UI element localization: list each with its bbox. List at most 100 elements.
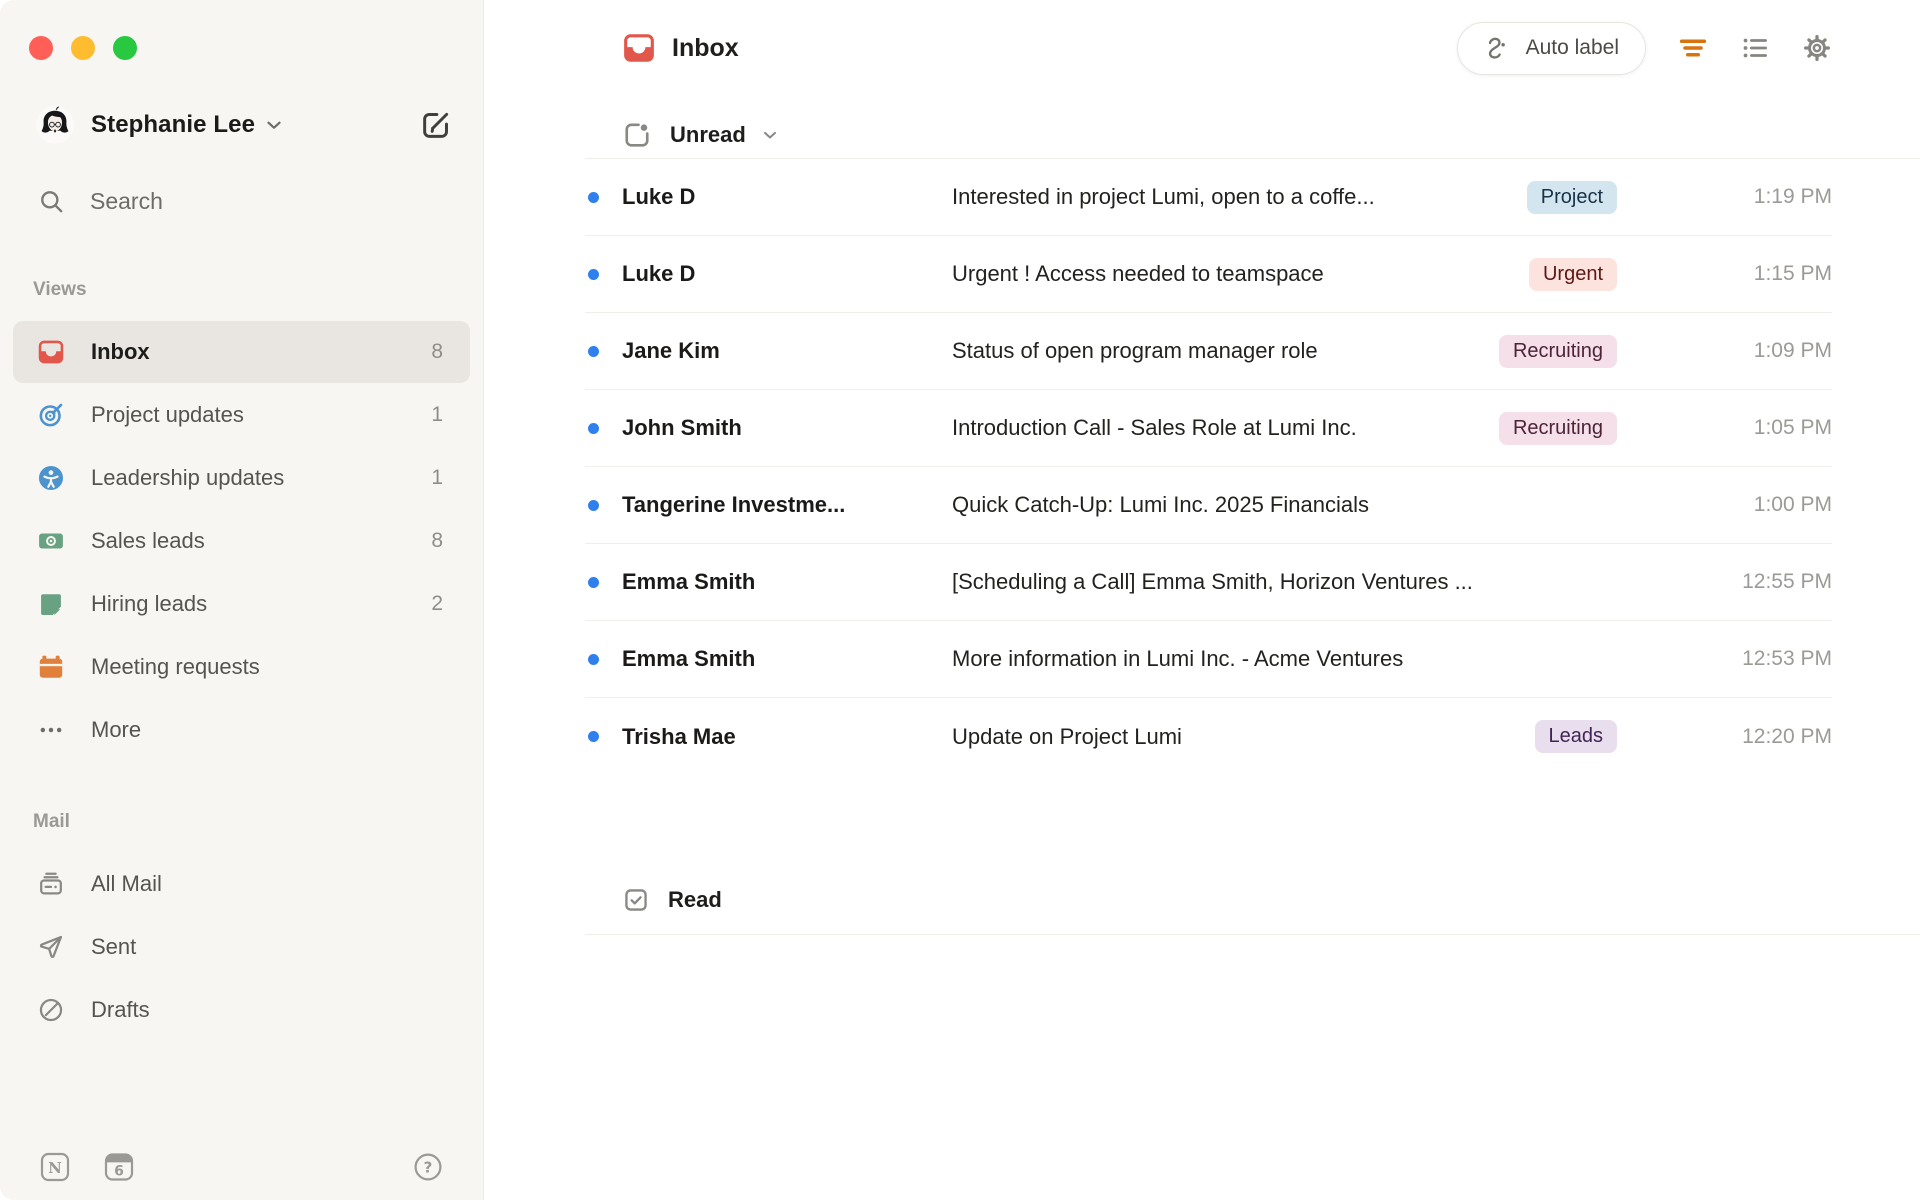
allmail-icon	[37, 870, 65, 898]
help-icon[interactable]: ?	[413, 1152, 443, 1182]
email-row[interactable]: Trisha Mae Update on Project Lumi Leads …	[585, 698, 1832, 775]
divider	[585, 934, 1920, 935]
sidebar-item-sales-leads[interactable]: Sales leads 8	[13, 510, 470, 572]
unread-status-icon	[622, 120, 652, 150]
chevron-down-icon[interactable]	[760, 125, 780, 145]
sidebar-item-hiring-leads[interactable]: Hiring leads 2	[13, 573, 470, 635]
mail-section-label: Mail	[33, 811, 70, 832]
unread-group-header[interactable]: Unread	[622, 115, 1920, 155]
chevron-down-icon[interactable]	[263, 114, 285, 136]
email-row[interactable]: Emma Smith [Scheduling a Call] Emma Smit…	[585, 544, 1832, 621]
email-row[interactable]: Emma Smith More information in Lumi Inc.…	[585, 621, 1832, 698]
sidebar-item-inbox[interactable]: Inbox 8	[13, 321, 470, 383]
svg-text:6: 6	[114, 1164, 124, 1180]
calendar-6-icon[interactable]: 6	[104, 1152, 134, 1182]
sidebar-item-all-mail[interactable]: All Mail	[13, 853, 470, 915]
filter-icon[interactable]	[1678, 33, 1708, 63]
sidebar-item-label: Drafts	[91, 997, 150, 1022]
read-group-header[interactable]: Read	[622, 880, 1920, 920]
email-subject: Status of open program manager role	[952, 338, 1318, 363]
app-window: Stephanie Lee Search Views Inbox 8 Proje…	[0, 0, 1920, 1200]
unread-dot	[588, 422, 599, 434]
calendar-icon	[37, 653, 65, 681]
email-sender: Jane Kim	[622, 338, 720, 363]
read-checkbox-icon	[622, 886, 650, 914]
zoom-button[interactable]	[113, 36, 137, 60]
email-subject: Interested in project Lumi, open to a co…	[952, 184, 1375, 209]
sidebar-item-label: Sales leads	[91, 528, 205, 553]
dots-icon	[37, 716, 65, 744]
email-tag: Project	[1526, 180, 1617, 214]
email-time: 1:00 PM	[1753, 493, 1832, 516]
svg-text:?: ?	[424, 1159, 433, 1177]
sidebar-item-label: Hiring leads	[91, 591, 208, 616]
email-row[interactable]: Tangerine Investme... Quick Catch-Up: Lu…	[585, 467, 1832, 544]
email-time: 12:53 PM	[1742, 647, 1832, 670]
unread-dot	[588, 191, 599, 203]
email-row[interactable]: Jane Kim Status of open program manager …	[585, 313, 1832, 390]
sidebar-item-label: Leadership updates	[91, 465, 285, 490]
sidebar-item-sent[interactable]: Sent	[13, 916, 470, 978]
account-switcher[interactable]: Stephanie Lee	[36, 106, 453, 144]
money-icon	[37, 527, 65, 555]
sidebar-footer: N 6 ?	[0, 1152, 483, 1184]
views-list: Inbox 8 Project updates 1 Leadership upd…	[0, 321, 483, 761]
unread-dot	[588, 345, 599, 357]
target-icon	[37, 401, 65, 429]
email-subject: Urgent ! Access needed to teamspace	[952, 261, 1324, 286]
list-view-icon[interactable]	[1740, 33, 1770, 63]
email-subject: Update on Project Lumi	[952, 723, 1182, 749]
unread-label: Unread	[670, 122, 746, 147]
email-subject: Introduction Call - Sales Role at Lumi I…	[952, 415, 1357, 440]
mail-list: All Mail Sent Drafts	[0, 853, 483, 1041]
sidebar-item-label: Project updates	[91, 402, 244, 427]
sidebar-item-count: 2	[431, 592, 443, 615]
sidebar-item-count: 8	[431, 529, 443, 552]
minimize-button[interactable]	[71, 36, 95, 60]
unread-dot	[588, 576, 599, 588]
search-label: Search	[90, 188, 163, 214]
main-header: Inbox Auto label	[484, 0, 1920, 96]
sidebar: Stephanie Lee Search Views Inbox 8 Proje…	[0, 0, 484, 1200]
email-time: 12:20 PM	[1742, 724, 1832, 748]
sidebar-item-leadership-updates[interactable]: Leadership updates 1	[13, 447, 470, 509]
read-label: Read	[668, 887, 722, 912]
search-input[interactable]: Search	[38, 188, 483, 215]
email-time: 1:19 PM	[1753, 185, 1832, 208]
settings-gear-icon[interactable]	[1802, 33, 1832, 63]
email-tag: Urgent	[1528, 257, 1617, 291]
email-row[interactable]: Luke D Urgent ! Access needed to teamspa…	[585, 236, 1832, 313]
notion-logo-icon[interactable]: N	[40, 1152, 70, 1182]
sidebar-item-label: Meeting requests	[91, 654, 260, 679]
email-time: 1:15 PM	[1753, 262, 1832, 285]
email-sender: John Smith	[622, 415, 742, 440]
email-tag: Recruiting	[1498, 334, 1617, 368]
email-list: Luke D Interested in project Lumi, open …	[585, 159, 1832, 775]
close-button[interactable]	[29, 36, 53, 60]
auto-label-wand-icon	[1484, 34, 1512, 62]
sidebar-item-count: 1	[431, 466, 443, 489]
person-icon	[37, 464, 65, 492]
auto-label-button[interactable]: Auto label	[1456, 21, 1646, 75]
main-panel: Inbox Auto label Unread Luke D Intereste…	[484, 0, 1920, 1200]
svg-text:N: N	[48, 1159, 62, 1177]
email-time: 1:05 PM	[1753, 416, 1832, 439]
sidebar-item-count: 8	[431, 340, 443, 363]
header-toolbar: Auto label	[1456, 21, 1832, 75]
sidebar-item-meeting-requests[interactable]: Meeting requests	[13, 636, 470, 698]
email-sender: Trisha Mae	[622, 723, 736, 749]
email-time: 12:55 PM	[1742, 570, 1832, 593]
email-subject: [Scheduling a Call] Emma Smith, Horizon …	[952, 569, 1473, 594]
sidebar-item-project-updates[interactable]: Project updates 1	[13, 384, 470, 446]
sidebar-item-more[interactable]: More	[13, 699, 470, 761]
sidebar-item-drafts[interactable]: Drafts	[13, 979, 470, 1041]
email-tag: Leads	[1534, 720, 1617, 753]
email-row[interactable]: John Smith Introduction Call - Sales Rol…	[585, 390, 1832, 467]
draft-icon	[37, 996, 65, 1024]
email-subject: More information in Lumi Inc. - Acme Ven…	[952, 646, 1404, 671]
email-row[interactable]: Luke D Interested in project Lumi, open …	[585, 159, 1832, 236]
compose-icon[interactable]	[419, 108, 453, 142]
page-title: Inbox	[672, 33, 739, 62]
sidebar-item-label: Inbox	[91, 339, 150, 364]
sidebar-item-label: Sent	[91, 934, 137, 959]
